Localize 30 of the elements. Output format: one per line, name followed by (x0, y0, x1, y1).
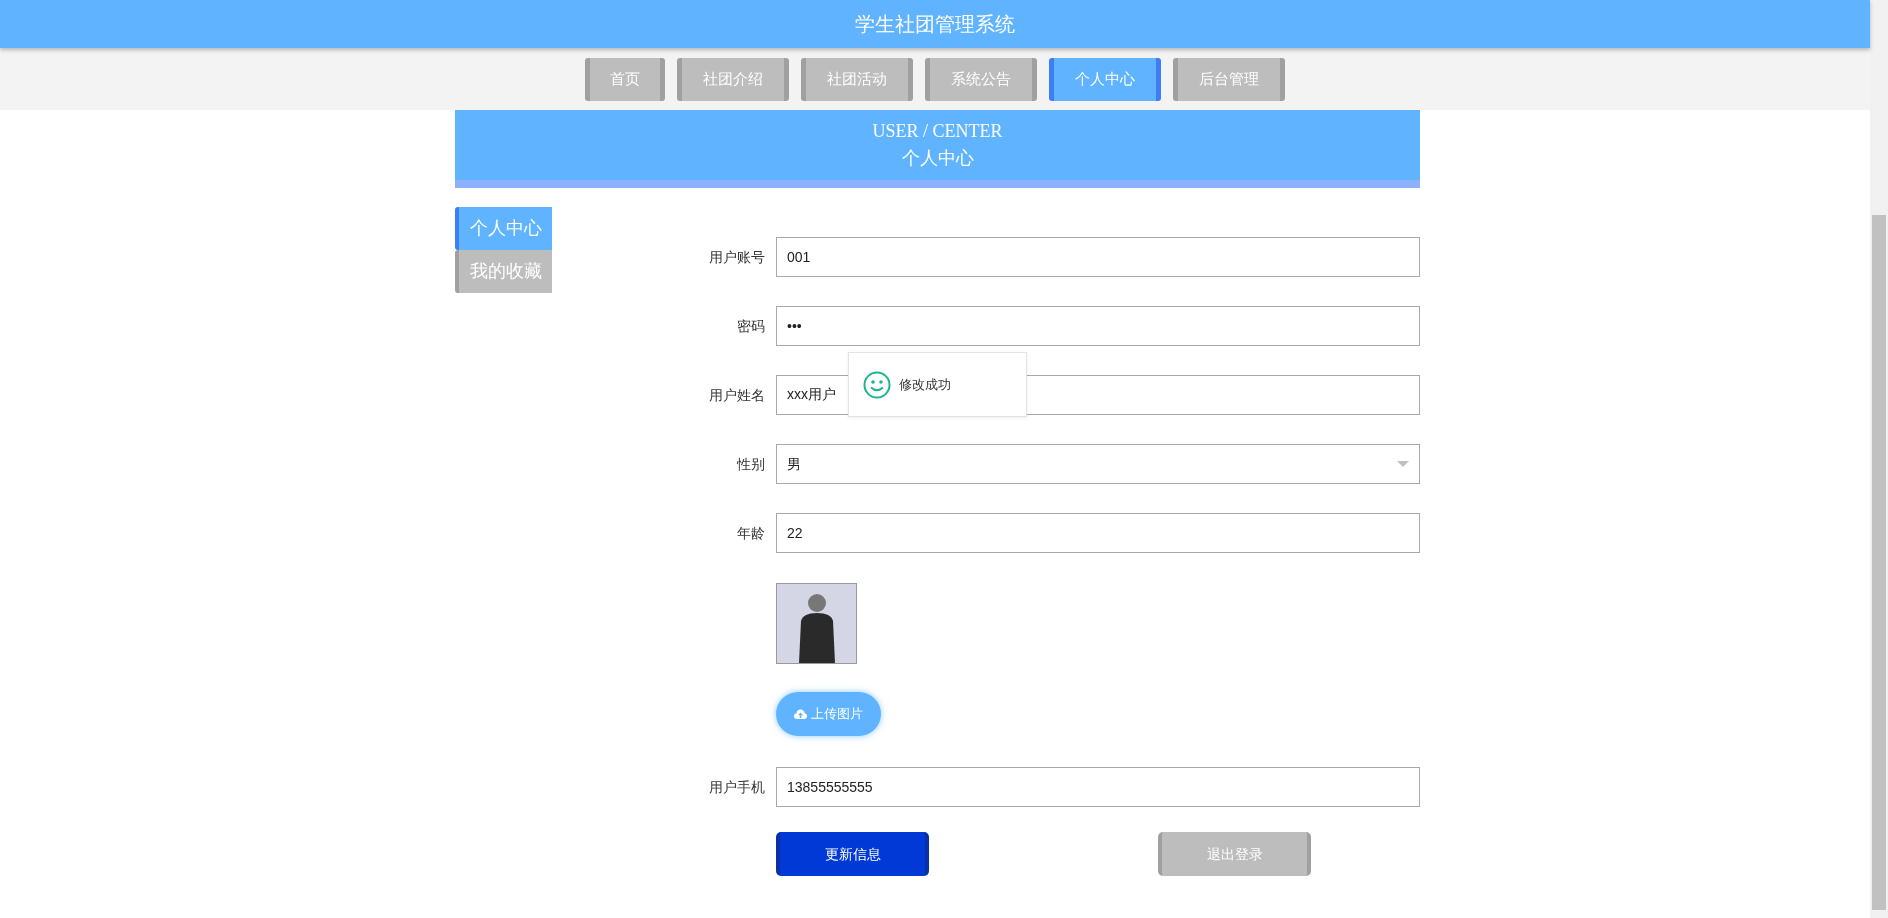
input-field[interactable]: ••• (776, 306, 1420, 346)
input-field[interactable]: 001 (776, 237, 1420, 277)
nav-tab[interactable]: 社团活动 (801, 57, 913, 101)
field-label: 性别 (737, 454, 765, 474)
site-title: 学生社团管理系统 (855, 12, 1015, 37)
input-field[interactable]: 22 (776, 513, 1420, 553)
nav-tab[interactable]: 个人中心 (1049, 57, 1161, 101)
toast-message: 修改成功 (848, 352, 1027, 417)
side-tab[interactable]: 个人中心 (455, 207, 552, 250)
field-label: 年龄 (737, 523, 765, 543)
banner-subtitle: 个人中心 (901, 147, 974, 170)
nav-tab[interactable]: 系统公告 (925, 57, 1037, 101)
banner-title: USER / CENTER (872, 120, 1003, 143)
nav-tab[interactable]: 首页 (585, 57, 665, 101)
cloud-upload-icon (794, 708, 807, 720)
select-field[interactable]: 男 (776, 444, 1420, 484)
field-label: 用户姓名 (709, 385, 765, 405)
scrollbar[interactable] (1870, 0, 1888, 918)
input-field[interactable]: 13855555555 (776, 767, 1420, 807)
side-tab[interactable]: 我的收藏 (455, 250, 552, 293)
nav-tab[interactable]: 社团介绍 (677, 57, 789, 101)
field-label: 用户手机 (709, 777, 765, 797)
nav-tab[interactable]: 后台管理 (1173, 57, 1285, 101)
upload-button[interactable]: 上传图片 (776, 692, 881, 736)
smiley-icon (863, 370, 891, 399)
field-label: 密码 (737, 316, 765, 336)
logout-button[interactable]: 退出登录 (1158, 832, 1311, 876)
dropdown-caret-icon (1397, 461, 1409, 467)
update-button[interactable]: 更新信息 (776, 832, 929, 876)
field-label: 用户账号 (709, 247, 765, 267)
